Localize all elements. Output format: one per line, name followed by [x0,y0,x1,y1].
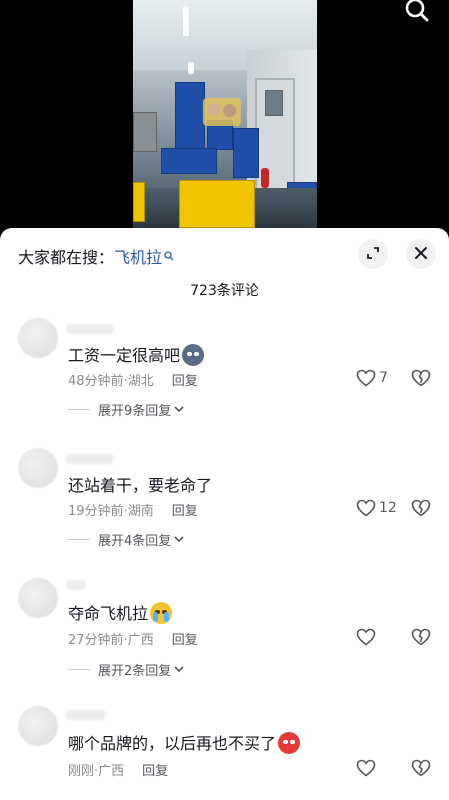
search-icon[interactable] [403,0,431,24]
video-frame[interactable] [133,0,317,228]
comment-meta: 刚刚·广西 回复 [68,760,168,779]
fire-extinguisher [261,168,269,188]
close-icon [414,245,428,264]
comment-time: 27分钟前 [68,633,124,648]
search-icon [164,246,174,265]
broken-heart-icon [411,759,431,781]
angry-face-emoji [278,732,301,754]
search-suggestion-keyword[interactable]: 飞机拉 [114,248,162,267]
workers [203,98,241,126]
expand-replies-label: 展开4条回复 [98,534,172,549]
avatar[interactable] [18,578,58,618]
broken-heart-icon [411,499,431,521]
comment-body: 哪个品牌的，以后再也不买了 [68,734,277,753]
shelf [133,112,157,152]
comment-body: 还站着干，要老命了 [68,476,213,495]
crate-stack [233,128,259,178]
chevron-down-icon [174,662,184,677]
comment-text: 还站着干，要老命了 [68,472,212,496]
like-button[interactable] [356,759,379,777]
avatar[interactable] [18,706,58,746]
comment-meta: 48分钟前·湖北 回复 [68,370,198,389]
expand-replies-label: 展开2条回复 [98,664,172,679]
expand-replies-button[interactable]: 展开2条回复 [68,660,184,679]
broken-heart-icon [411,369,431,391]
broken-heart-icon [411,628,431,650]
ceiling-light [183,6,189,36]
dislike-button[interactable] [411,759,431,781]
reply-button[interactable]: 回复 [172,374,198,389]
like-button[interactable]: 12 [356,499,397,517]
divider [68,669,90,670]
dislike-button[interactable] [411,499,431,521]
ceiling-light [188,62,194,74]
divider [68,409,90,410]
comment-text: 哪个品牌的，以后再也不买了 [68,730,301,754]
like-button[interactable]: 7 [356,369,388,387]
yellow-crate [133,182,145,222]
video-player[interactable] [0,0,449,228]
like-count: 12 [379,500,397,516]
chevron-down-icon [174,402,184,417]
comment-location: 广西 [98,764,125,779]
comment-body: 工资一定很高吧 [68,346,181,365]
crate-stack [175,82,205,152]
divider [68,539,90,540]
username-blurred[interactable] [66,324,114,334]
comment-time: 刚刚 [68,764,95,779]
door-window [265,90,283,116]
chevron-down-icon [174,532,184,547]
like-count: 7 [379,370,388,386]
comment-meta: 27分钟前·广西 回复 [68,629,198,648]
avatar[interactable] [18,448,58,488]
comment-text: 夺命飞机拉 [68,600,173,624]
comment-time: 19分钟前 [68,504,124,519]
comment-time: 48分钟前 [68,374,124,389]
comment-count: 723条评论 [190,283,259,299]
expand-replies-label: 展开9条回复 [98,404,172,419]
crate-stack [161,148,217,174]
comment-body: 夺命飞机拉 [68,604,149,623]
dislike-button[interactable] [411,369,431,391]
comment-location: 广西 [127,633,154,648]
heart-icon [356,759,376,777]
heart-icon [356,499,376,517]
expand-button[interactable] [358,239,388,269]
username-blurred[interactable] [66,710,106,720]
sheet-header: 大家都在搜：飞机拉 [0,228,449,276]
comment-location: 湖南 [127,504,154,519]
username-blurred[interactable] [66,580,86,590]
expand-replies-button[interactable]: 展开4条回复 [68,530,184,549]
reply-button[interactable]: 回复 [172,504,198,519]
avatar[interactable] [18,318,58,358]
dislike-button[interactable] [411,628,431,650]
comment-meta: 19分钟前·湖南 回复 [68,500,198,519]
reply-button[interactable]: 回复 [142,764,168,779]
expand-icon [366,245,380,264]
comment-location: 湖北 [127,374,154,389]
comment-text: 工资一定很高吧 [68,342,205,366]
like-button[interactable] [356,628,379,646]
username-blurred[interactable] [66,454,114,464]
reply-button[interactable]: 回复 [172,633,198,648]
search-suggestion[interactable]: 大家都在搜：飞机拉 [18,244,174,268]
close-button[interactable] [406,239,436,269]
cool-face-emoji [182,344,205,366]
heart-icon [356,369,376,387]
search-suggestion-prefix: 大家都在搜： [18,248,115,267]
heart-icon [356,628,376,646]
yellow-crate [179,180,255,228]
comment-sheet: 大家都在搜：飞机拉 723条评论 工资一定很高吧 48分钟前·湖北 回复 7 展… [0,228,449,800]
expand-replies-button[interactable]: 展开9条回复 [68,400,184,419]
crying-face-emoji [150,602,173,624]
